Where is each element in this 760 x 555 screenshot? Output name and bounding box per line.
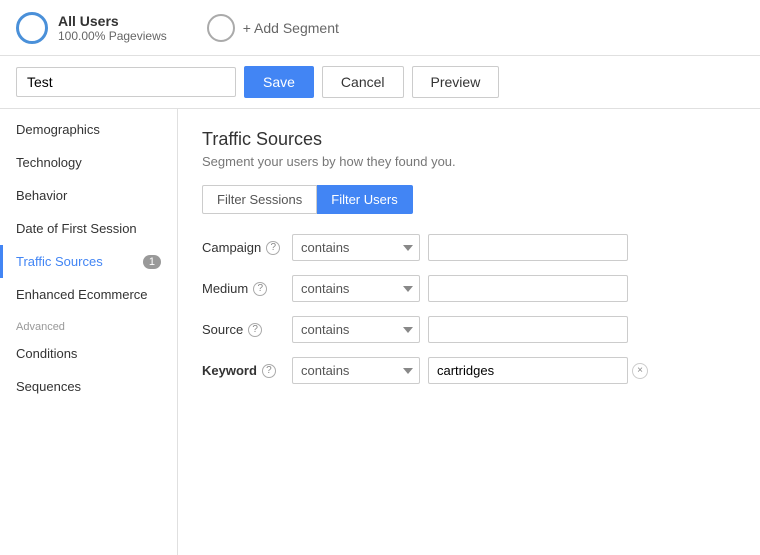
content-title: Traffic Sources	[202, 129, 736, 150]
sidebar-item-label: Conditions	[16, 346, 77, 361]
keyword-clear-icon[interactable]: ×	[632, 363, 648, 379]
add-segment-label: + Add Segment	[243, 20, 339, 36]
sidebar-item-sequences[interactable]: Sequences	[0, 370, 177, 403]
sidebar-item-technology[interactable]: Technology	[0, 146, 177, 179]
filter-label-campaign: Campaign ?	[202, 240, 292, 255]
filter-tab-sessions[interactable]: Filter Sessions	[202, 185, 317, 214]
filter-row-keyword: Keyword ? contains does not contain exac…	[202, 357, 736, 384]
sidebar-badge: 1	[143, 255, 161, 269]
source-value-input[interactable]	[428, 316, 628, 343]
top-bar: All Users 100.00% Pageviews + Add Segmen…	[0, 0, 760, 56]
sidebar-item-traffic-sources[interactable]: Traffic Sources 1	[0, 245, 177, 278]
segment-pageviews: 100.00% Pageviews	[58, 29, 167, 43]
sidebar-item-label: Technology	[16, 155, 82, 170]
campaign-help-icon[interactable]: ?	[266, 241, 280, 255]
sidebar-item-label: Date of First Session	[16, 221, 137, 236]
add-segment-circle-icon	[207, 14, 235, 42]
content-subtitle: Segment your users by how they found you…	[202, 154, 736, 169]
sidebar-item-conditions[interactable]: Conditions	[0, 337, 177, 370]
keyword-input-group: ×	[428, 357, 648, 384]
sidebar-item-label: Sequences	[16, 379, 81, 394]
sidebar-item-label: Enhanced Ecommerce	[16, 287, 148, 302]
segment-circle-icon	[16, 12, 48, 44]
filter-row-source: Source ? contains does not contain exact…	[202, 316, 736, 343]
preview-button[interactable]: Preview	[412, 66, 500, 98]
campaign-value-input[interactable]	[428, 234, 628, 261]
keyword-operator-select[interactable]: contains does not contain exactly matche…	[292, 357, 420, 384]
medium-operator-select[interactable]: contains does not contain exactly matche…	[292, 275, 420, 302]
medium-help-icon[interactable]: ?	[253, 282, 267, 296]
filter-row-medium: Medium ? contains does not contain exact…	[202, 275, 736, 302]
sidebar-item-label: Behavior	[16, 188, 67, 203]
sidebar-section-advanced: Advanced	[0, 311, 177, 337]
segment-name-input[interactable]	[16, 67, 236, 97]
main-content: Demographics Technology Behavior Date of…	[0, 109, 760, 555]
segment-name: All Users	[58, 13, 167, 29]
save-button[interactable]: Save	[244, 66, 314, 98]
toolbar: Save Cancel Preview	[0, 56, 760, 109]
keyword-value-input[interactable]	[428, 357, 628, 384]
filter-label-keyword: Keyword ?	[202, 363, 292, 378]
add-segment-button[interactable]: + Add Segment	[207, 14, 339, 42]
segment-info: All Users 100.00% Pageviews	[58, 13, 167, 43]
filter-row-campaign: Campaign ? contains does not contain exa…	[202, 234, 736, 261]
content-area: Traffic Sources Segment your users by ho…	[178, 109, 760, 555]
sidebar-item-demographics[interactable]: Demographics	[0, 113, 177, 146]
filter-label-medium: Medium ?	[202, 281, 292, 296]
sidebar-item-date-of-first-session[interactable]: Date of First Session	[0, 212, 177, 245]
sidebar-item-enhanced-ecommerce[interactable]: Enhanced Ecommerce	[0, 278, 177, 311]
filter-tabs: Filter Sessions Filter Users	[202, 185, 736, 214]
cancel-button[interactable]: Cancel	[322, 66, 404, 98]
medium-value-input[interactable]	[428, 275, 628, 302]
source-operator-select[interactable]: contains does not contain exactly matche…	[292, 316, 420, 343]
sidebar-item-label: Demographics	[16, 122, 100, 137]
keyword-help-icon[interactable]: ?	[262, 364, 276, 378]
campaign-operator-select[interactable]: contains does not contain exactly matche…	[292, 234, 420, 261]
sidebar: Demographics Technology Behavior Date of…	[0, 109, 178, 555]
sidebar-item-behavior[interactable]: Behavior	[0, 179, 177, 212]
filter-tab-users[interactable]: Filter Users	[317, 185, 412, 214]
filter-label-source: Source ?	[202, 322, 292, 337]
source-help-icon[interactable]: ?	[248, 323, 262, 337]
sidebar-item-label: Traffic Sources	[16, 254, 103, 269]
